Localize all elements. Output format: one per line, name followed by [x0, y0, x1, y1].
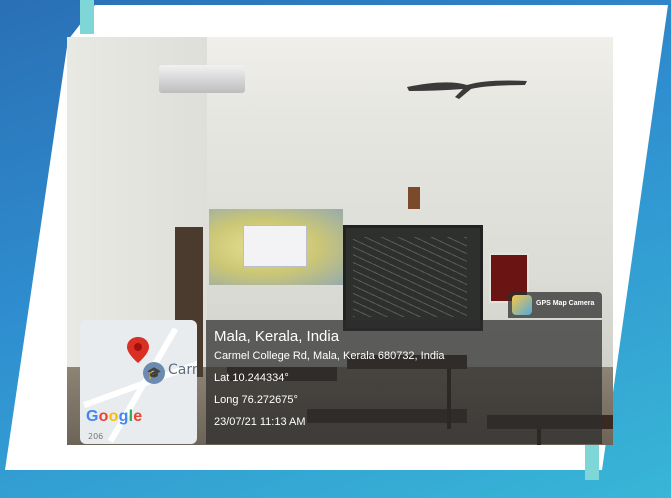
gps-map-camera-icon	[512, 295, 532, 315]
graduation-cap-icon: 🎓	[143, 362, 165, 384]
teal-accent-left	[80, 0, 94, 34]
teal-accent-right	[585, 445, 599, 480]
map-place-label: Carm	[168, 362, 197, 378]
longitude: Long 76.272675°	[214, 394, 298, 406]
crucifix	[408, 187, 420, 209]
ceiling-projector	[159, 65, 245, 93]
gps-badge-label: GPS Map Camera	[536, 300, 595, 307]
chalk-writing	[353, 237, 467, 317]
location-title: Mala, Kerala, India	[214, 328, 340, 345]
projected-zoom-window	[243, 225, 307, 267]
gps-map-camera-badge: GPS Map Camera	[508, 292, 602, 318]
google-logo: Google	[86, 408, 143, 425]
map-thumbnail: 🎓 Carm Google 206	[80, 320, 197, 444]
datetime: 23/07/21 11:13 AM	[214, 416, 306, 428]
location-info-panel: Mala, Kerala, India Carmel College Rd, M…	[206, 320, 602, 444]
location-pin-icon	[127, 337, 149, 363]
map-number: 206	[88, 432, 104, 441]
latitude: Lat 10.244334°	[214, 372, 289, 384]
location-address: Carmel College Rd, Mala, Kerala 680732, …	[214, 350, 445, 362]
ceiling-fan	[407, 80, 527, 99]
